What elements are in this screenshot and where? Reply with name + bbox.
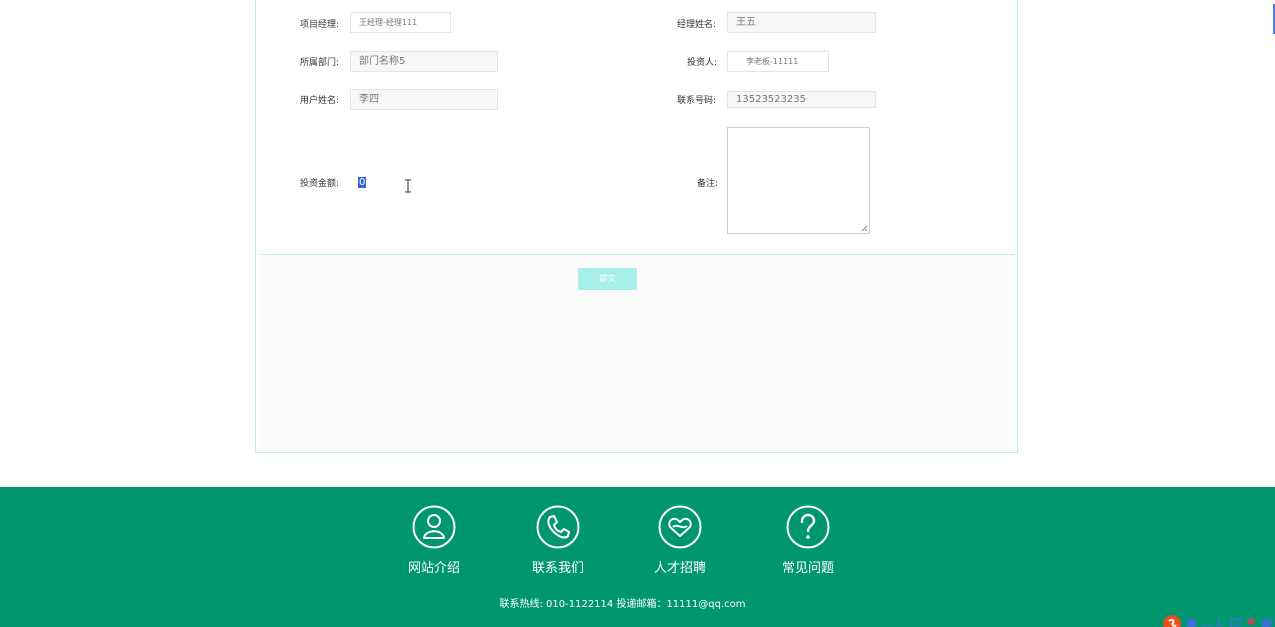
department-label: 所属部门: [300, 58, 340, 68]
footer-link-label: 网站介绍 [407, 561, 460, 576]
investor-select[interactable]: 李老板-11111 [727, 51, 829, 72]
footer-link-contact[interactable]: 联系我们 [513, 505, 603, 576]
user-name-field[interactable]: 李四 [350, 89, 498, 110]
text-cursor-icon [405, 179, 411, 193]
form-divider [259, 254, 1014, 255]
project-manager-select[interactable]: 王经理-经理111 [350, 12, 451, 33]
punctuation-icon [1202, 623, 1206, 627]
skin-icon [1247, 618, 1255, 626]
toolbox-icon [1262, 619, 1271, 627]
amount-label: 投资金额: [300, 179, 340, 189]
footer-contact-info: 联系热线: 010-1122114 投递邮箱：11111@qq.com [499, 599, 746, 610]
phone-field[interactable]: 13523523235 [727, 91, 876, 108]
submit-button[interactable]: 提交 [578, 268, 637, 290]
amount-value: 0 [358, 177, 367, 188]
remark-label: 备注: [697, 179, 719, 189]
footer-link-label: 人才招聘 [653, 561, 706, 576]
person-icon [412, 505, 456, 549]
heart-icon [658, 505, 702, 549]
amount-field[interactable]: 0 [358, 176, 367, 189]
keyboard-icon [1230, 618, 1241, 627]
department-field[interactable]: 部门名称5 [350, 51, 498, 72]
remark-textarea[interactable] [727, 127, 870, 234]
question-icon [786, 505, 830, 549]
ime-mode-icon [1187, 619, 1196, 627]
investor-label: 投资人: [687, 58, 718, 68]
footer-link-faq[interactable]: 常见问题 [763, 505, 853, 576]
resize-grip-icon[interactable] [861, 225, 868, 232]
phone-label: 联系号码: [677, 96, 717, 106]
footer-link-about[interactable]: 网站介绍 [389, 505, 479, 576]
ime-toolbar[interactable] [1163, 614, 1275, 627]
user-name-label: 用户姓名: [300, 96, 340, 106]
project-manager-label: 项目经理: [300, 20, 340, 30]
microphone-icon [1216, 618, 1222, 626]
footer-link-careers[interactable]: 人才招聘 [635, 505, 725, 576]
footer-link-label: 常见问题 [781, 561, 834, 576]
manager-name-field[interactable]: 王五 [727, 12, 876, 33]
footer-link-label: 联系我们 [531, 561, 584, 576]
phone-icon [536, 505, 580, 549]
manager-name-label: 经理姓名: [677, 20, 717, 30]
site-footer: 网站介绍 联系我们 人才招聘 常见问题 联系热线: 010-1122114 投递… [0, 487, 1275, 627]
form-panel: 项目经理: 王经理-经理111 经理姓名: 王五 所属部门: 部门名称5 投资人… [255, 0, 1018, 453]
